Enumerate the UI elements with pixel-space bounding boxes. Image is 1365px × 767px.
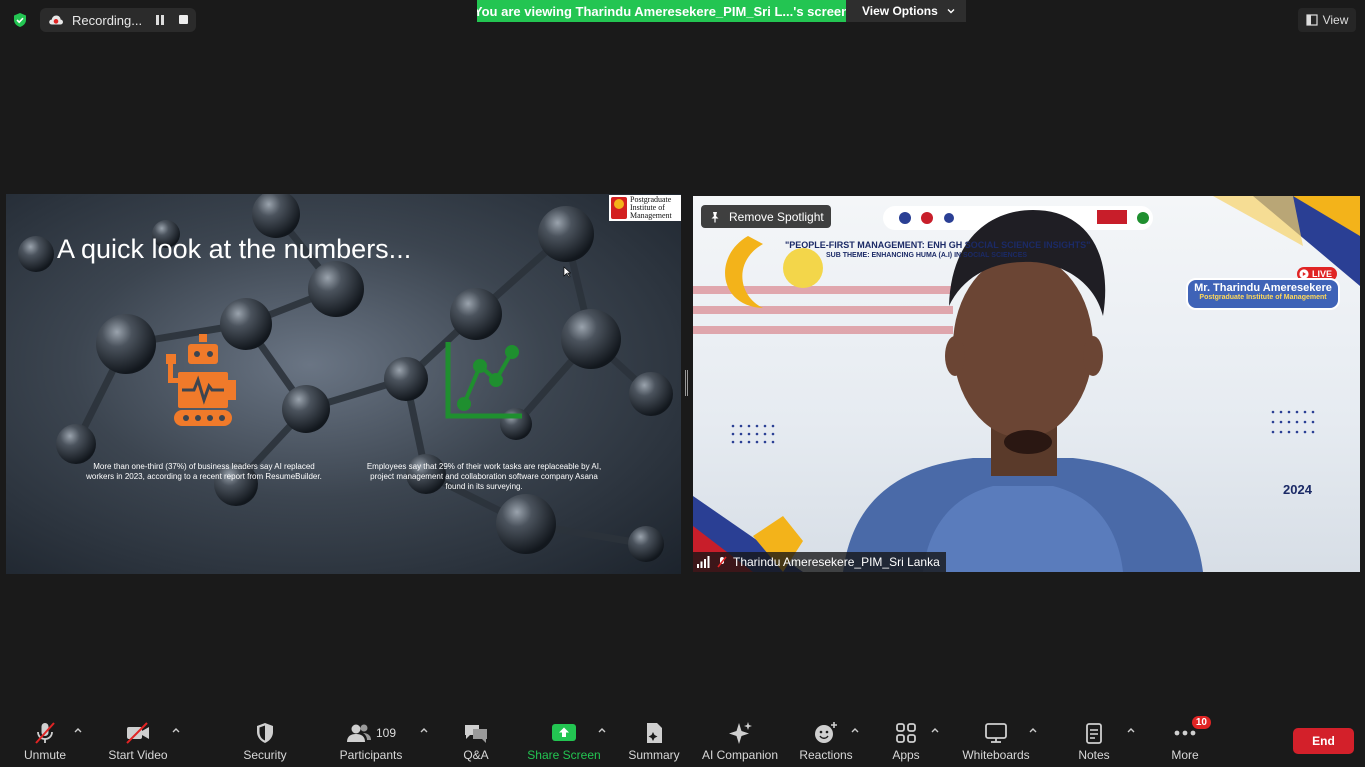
event-date: 2024 [1283,482,1312,497]
speaker-name: Mr. Tharindu Ameresekere [1194,282,1332,294]
video-camera-off-icon [126,722,149,744]
pause-recording-button[interactable] [156,15,165,25]
participants-label: Participants [339,748,403,762]
chevron-down-icon [947,9,955,14]
video-options-caret-icon[interactable] [171,726,181,734]
conference-theme: "PEOPLE-FIRST MANAGEMENT: ENH GH SOCIAL … [785,240,1091,250]
qa-label: Q&A [463,748,489,762]
meeting-toolbar: Unmute Start Video Security 109 Particip… [0,716,1365,767]
view-button[interactable]: View [1298,8,1356,32]
mouse-pointer-icon [563,266,571,278]
share-screen-icon [552,724,576,741]
pin-icon [711,211,719,222]
apps-grid-icon [896,723,916,743]
participants-options-caret-icon[interactable] [419,726,429,734]
notes-icon [1086,723,1102,744]
share-screen-button[interactable]: Share Screen [519,720,609,762]
reactions-options-caret-icon[interactable] [850,726,860,734]
recording-indicator[interactable]: Recording... [40,8,196,32]
remove-spotlight-label: Remove Spotlight [729,209,824,224]
stat-ai-replaced-workers: More than one-third (37%) of business le… [86,462,322,481]
notification-badge: 10 [1191,716,1211,729]
ai-companion-button[interactable]: AI Companion [695,720,785,762]
view-options-label: View Options [862,4,938,18]
recording-label: Recording... [72,12,143,28]
zoom-meeting-window: Recording... You are viewing Tharindu Am… [0,0,1365,767]
resize-handle[interactable] [685,370,688,396]
notes-options-caret-icon[interactable] [1126,726,1136,734]
reactions-label: Reactions [799,748,853,762]
security-label: Security [243,748,287,762]
summary-button[interactable]: Summary [609,720,699,762]
stop-icon [179,15,188,24]
qa-chat-icon [465,725,487,743]
summary-document-icon [647,723,662,743]
signal-strength-icon [697,556,710,568]
apps-label: Apps [892,748,920,762]
view-options-button[interactable]: View Options [846,0,966,22]
microphone-muted-icon [35,722,55,744]
whiteboard-icon [985,723,1007,743]
pim-logo: Postgraduate Institute of Management [609,195,681,221]
qa-button[interactable]: Q&A [431,720,521,762]
start-video-label: Start Video [108,748,168,762]
conference-subtheme: SUB THEME: ENHANCING HUMA (A.I) IN SOCIA… [826,252,1028,259]
participant-video[interactable]: Remove Spotlight "PEOPLE-FIRST MANAGEMEN… [693,196,1360,572]
apps-options-caret-icon[interactable] [930,726,940,734]
ai-sparkle-icon [729,722,752,744]
participant-name: Tharindu Ameresekere_PIM_Sri Lanka [733,555,940,569]
audio-options-caret-icon[interactable] [73,726,83,734]
shield-check-icon[interactable] [12,12,28,28]
cloud-recording-icon [49,15,63,25]
speaker-name-card: Mr. Tharindu Ameresekere Postgraduate In… [1186,278,1340,310]
whiteboards-options-caret-icon[interactable] [1028,726,1038,734]
screen-share-banner: You are viewing Tharindu Ameresekere_PIM… [477,0,846,22]
shared-screen[interactable]: A quick look at the numbers... Postgradu… [6,194,681,574]
remove-spotlight-button[interactable]: Remove Spotlight [701,205,831,228]
stat-tasks-replaceable: Employees say that 29% of their work tas… [366,462,602,491]
more-button[interactable]: 10 More [1140,716,1230,762]
more-ellipsis-icon [1174,730,1196,736]
participants-button[interactable]: 109 Participants [326,720,416,762]
robot-icon [166,334,236,426]
stop-recording-button[interactable] [179,15,188,25]
ai-companion-label: AI Companion [701,748,779,762]
security-shield-icon [257,723,273,743]
start-video-button[interactable]: Start Video [93,720,183,762]
slide-title: A quick look at the numbers... [57,234,412,264]
whiteboards-label: Whiteboards [962,748,1030,762]
share-options-caret-icon[interactable] [597,726,607,734]
end-meeting-button[interactable]: End [1293,728,1354,754]
share-screen-label: Share Screen [527,748,601,762]
notes-label: Notes [1078,748,1110,762]
view-label: View [1322,13,1349,27]
unmute-label: Unmute [23,748,67,762]
line-chart-icon [445,342,522,419]
more-label: More [1171,748,1199,762]
pause-icon [156,15,160,25]
participant-name-tag: Tharindu Ameresekere_PIM_Sri Lanka [693,552,946,572]
pim-logo-mark [611,197,627,219]
summary-label: Summary [628,748,680,762]
layout-icon [1305,14,1318,26]
participants-icon [346,724,371,742]
speaker-organization: Postgraduate Institute of Management [1199,294,1327,301]
security-button[interactable]: Security [220,720,310,762]
muted-mic-icon [717,556,727,568]
participants-count: 109 [375,726,397,740]
smiley-icon [815,722,837,743]
